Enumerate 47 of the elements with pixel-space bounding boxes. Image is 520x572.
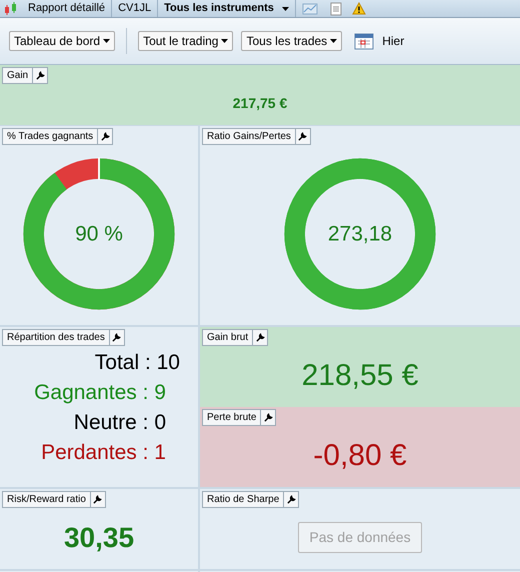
date-label: Hier <box>382 33 404 50</box>
wrench-icon <box>100 132 110 141</box>
risk-reward-value: 30,35 <box>64 520 134 554</box>
top-bar-item[interactable]: CV1JL <box>112 0 158 17</box>
trade-count: Total : 10 <box>94 350 180 376</box>
top-bar-item[interactable]: Rapport détaillé <box>22 0 112 17</box>
gross-gain-value: 218,55 € <box>302 358 418 394</box>
filter-dropdown[interactable]: Tous les trades <box>241 31 342 51</box>
panel-title: Ratio de Sharpe <box>206 492 280 506</box>
gain-value: 217,75 € <box>232 94 288 113</box>
wrench-icon <box>286 495 296 504</box>
panel-title: Ratio Gains/Pertes <box>206 130 292 144</box>
panel-title: Risk/Reward ratio <box>6 492 87 506</box>
donut-value: 90 % <box>75 221 123 248</box>
settings-button[interactable] <box>97 129 112 144</box>
wrench-icon <box>112 333 122 342</box>
settings-button[interactable] <box>283 492 298 507</box>
top-bar-item[interactable]: Tous les instruments <box>158 0 296 17</box>
filter-dropdown[interactable]: Tout le trading <box>138 31 234 51</box>
panel-title: Gain <box>6 68 30 82</box>
wrench-icon <box>36 71 45 80</box>
caret-icon <box>103 39 110 43</box>
donut-value: 273,18 <box>328 221 392 248</box>
settings-button[interactable] <box>260 410 276 425</box>
chart-icon <box>302 2 318 16</box>
trade-count: Neutre : 0 <box>74 410 166 436</box>
candlestick-icon <box>3 2 19 16</box>
settings-button[interactable] <box>32 68 48 83</box>
panel-title: % Trades gagnants <box>6 130 94 144</box>
wrench-icon <box>298 132 308 141</box>
panel-title: Perte brute <box>206 410 258 424</box>
trade-count: Gagnantes : 9 <box>34 380 166 406</box>
wrench-icon <box>93 495 102 504</box>
document-icon <box>330 2 342 16</box>
warning-icon <box>352 2 366 15</box>
settings-button[interactable] <box>252 330 268 345</box>
caret-icon <box>221 39 228 43</box>
gross-loss-value: -0,80 € <box>313 438 407 474</box>
trade-count: Perdantes : 1 <box>41 440 166 466</box>
calendar-icon[interactable] <box>354 31 374 51</box>
wrench-icon <box>264 413 273 422</box>
panel-title: Répartition des trades <box>6 330 106 344</box>
panel-title: Gain brut <box>206 330 250 344</box>
caret-icon <box>330 39 338 43</box>
wrench-icon <box>256 333 265 342</box>
filter-dropdown[interactable]: Tableau de bord <box>9 31 116 51</box>
caret-icon <box>282 6 289 10</box>
